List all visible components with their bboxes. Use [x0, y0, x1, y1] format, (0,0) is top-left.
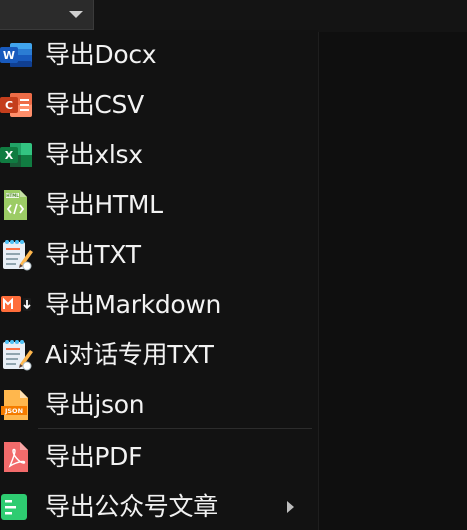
chevron-right-icon — [287, 501, 294, 513]
menu-item-label: 导出PDF — [45, 442, 143, 471]
svg-text:JSON: JSON — [4, 407, 23, 415]
menu-item-label: 导出CSV — [45, 90, 144, 119]
svg-text:C: C — [5, 99, 13, 112]
export-menu: W 导出Docx C 导出CSV X 导出xlsx HTML 导出HTML 导出… — [0, 30, 318, 530]
menu-item-label: 导出TXT — [45, 240, 141, 269]
menu-item-export-json[interactable]: JSON 导出json — [0, 380, 318, 430]
ai-txt-notepad-icon — [0, 338, 34, 371]
svg-text:X: X — [5, 149, 14, 162]
menu-item-ai-txt[interactable]: Ai对话专用TXT — [0, 330, 318, 380]
menu-item-export-html[interactable]: HTML 导出HTML — [0, 180, 318, 230]
menu-separator — [38, 428, 312, 429]
csv-icon: C — [0, 90, 34, 120]
pdf-icon — [0, 440, 34, 472]
menu-item-export-pdf[interactable]: 导出PDF — [0, 432, 318, 482]
excel-icon: X — [0, 140, 34, 170]
menu-item-label: 导出json — [45, 390, 145, 419]
menu-item-export-txt[interactable]: 导出TXT — [0, 230, 318, 280]
txt-notepad-icon — [0, 238, 34, 271]
top-bar — [0, 0, 467, 32]
menu-item-export-xlsx[interactable]: X 导出xlsx — [0, 130, 318, 180]
menu-item-export-docx[interactable]: W 导出Docx — [0, 30, 318, 80]
export-dropdown-button[interactable] — [0, 0, 94, 30]
menu-item-label: 导出xlsx — [45, 140, 143, 169]
menu-item-label: 导出公众号文章 — [45, 492, 218, 521]
menu-item-export-article[interactable]: 导出公众号文章 — [0, 482, 318, 530]
menu-item-label: 导出HTML — [45, 190, 163, 219]
menu-item-label: 导出Markdown — [45, 290, 222, 319]
svg-text:HTML: HTML — [6, 193, 19, 198]
menu-item-label: Ai对话专用TXT — [45, 340, 214, 369]
app-root: W 导出Docx C 导出CSV X 导出xlsx HTML 导出HTML 导出… — [0, 0, 467, 530]
word-icon: W — [0, 40, 34, 70]
article-icon — [0, 491, 34, 521]
markdown-icon — [0, 290, 34, 320]
svg-text:W: W — [3, 49, 15, 62]
menu-item-export-csv[interactable]: C 导出CSV — [0, 80, 318, 130]
html-file-icon: HTML — [0, 189, 34, 220]
menu-item-export-markdown[interactable]: 导出Markdown — [0, 280, 318, 330]
background-pane — [318, 32, 467, 530]
json-file-icon: JSON — [0, 388, 34, 420]
caret-down-icon — [69, 11, 83, 18]
menu-item-label: 导出Docx — [45, 40, 157, 69]
